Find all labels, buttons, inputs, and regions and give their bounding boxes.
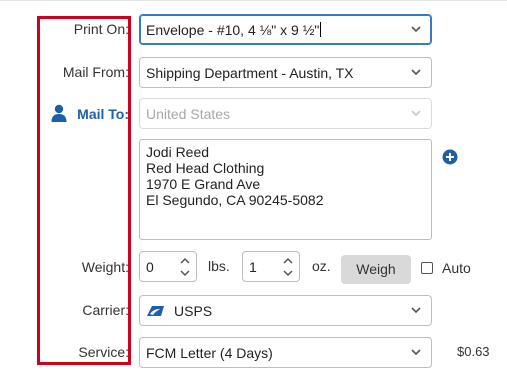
carrier-value: USPS: [174, 303, 213, 319]
chevron-down-icon: [411, 26, 421, 33]
chevron-down-icon: [411, 69, 421, 76]
chevron-down-icon: [411, 349, 421, 356]
auto-label[interactable]: Auto: [442, 260, 471, 276]
print-on-select[interactable]: Envelope - #10, 4 ⅛" x 9 ½": [139, 14, 432, 45]
add-address-icon[interactable]: [442, 149, 458, 165]
auto-checkbox[interactable]: [421, 262, 433, 274]
lbs-stepper[interactable]: 0: [139, 251, 197, 282]
oz-stepper[interactable]: 1: [242, 251, 300, 282]
stepper-arrows-icon[interactable]: [180, 256, 190, 278]
top-divider: [0, 0, 507, 1]
address-textarea[interactable]: Jodi Reed Red Head Clothing 1970 E Grand…: [139, 139, 432, 240]
address-line: 1970 E Grand Ave: [146, 176, 261, 192]
stepper-arrows-icon[interactable]: [283, 256, 293, 278]
highlight-annotation-box: [37, 16, 131, 365]
lbs-value: 0: [146, 259, 154, 275]
address-line: Red Head Clothing: [146, 160, 265, 176]
chevron-down-icon: [411, 307, 421, 314]
service-price: $0.63: [457, 344, 490, 359]
carrier-select[interactable]: USPS: [139, 295, 432, 326]
address-line: Jodi Reed: [146, 144, 210, 160]
lbs-unit: lbs.: [208, 258, 230, 274]
weigh-button[interactable]: Weigh: [341, 255, 411, 284]
print-on-value: Envelope - #10, 4 ⅛" x 9 ½": [146, 22, 322, 38]
service-select[interactable]: FCM Letter (4 Days): [139, 337, 432, 368]
oz-value: 1: [249, 259, 257, 275]
service-value: FCM Letter (4 Days): [146, 345, 273, 361]
mail-from-select[interactable]: Shipping Department - Austin, TX: [139, 57, 432, 88]
address-line: El Segundo, CA 90245-5082: [146, 192, 324, 208]
mail-from-value: Shipping Department - Austin, TX: [146, 65, 354, 81]
text-cursor: [320, 22, 322, 37]
oz-unit: oz.: [312, 258, 331, 274]
chevron-down-icon: [411, 110, 421, 117]
country-placeholder: United States: [146, 106, 231, 122]
country-select: United States: [139, 98, 432, 129]
usps-eagle-icon: [147, 306, 164, 316]
